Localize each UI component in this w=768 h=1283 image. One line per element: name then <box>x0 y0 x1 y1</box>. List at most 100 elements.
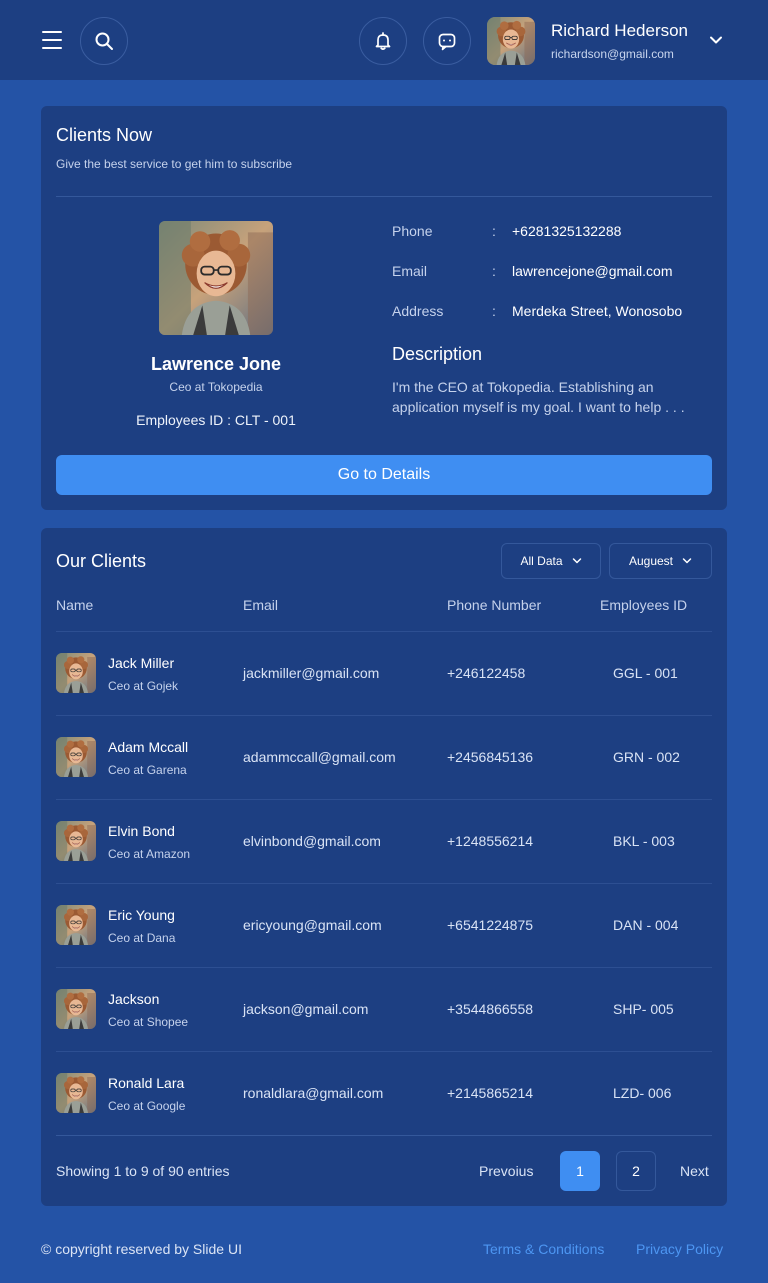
privacy-policy-link[interactable]: Privacy Policy <box>636 1241 723 1257</box>
column-header-employee-id: Employees ID <box>600 597 688 613</box>
our-clients-title: Our Clients <box>56 551 147 571</box>
email-label: Email <box>392 263 428 279</box>
client-phone: +2456845136 <box>447 749 534 765</box>
table-row[interactable]: Jack Miller Ceo at Gojek jackmiller@gmai… <box>41 631 727 715</box>
user-avatar[interactable] <box>487 17 535 65</box>
row-divider <box>56 631 712 632</box>
row-divider <box>56 1051 712 1052</box>
client-email: ronaldlara@gmail.com <box>243 1085 384 1101</box>
page-2-button[interactable]: 2 <box>616 1151 656 1191</box>
column-header-name: Name <box>56 597 94 613</box>
user-email: richardson@gmail.com <box>551 47 674 61</box>
client-role: Ceo at Shopee <box>108 1015 189 1029</box>
client-name: Ronald Lara <box>108 1075 185 1091</box>
client-role: Ceo at Gojek <box>108 679 179 693</box>
column-header-email: Email <box>243 597 279 613</box>
row-divider <box>56 799 712 800</box>
next-page-button[interactable]: Next <box>680 1163 709 1179</box>
table-row[interactable]: Elvin Bond Ceo at Amazon elvinbond@gmail… <box>41 799 727 883</box>
client-role: Ceo at Dana <box>108 931 176 945</box>
terms-link[interactable]: Terms & Conditions <box>483 1241 604 1257</box>
month-filter-dropdown[interactable]: Auguest <box>609 543 712 579</box>
client-photo <box>159 221 273 335</box>
address-label: Address <box>392 303 444 319</box>
client-avatar <box>56 1073 96 1113</box>
chevron-down-icon <box>682 558 692 564</box>
table-row[interactable]: Ronald Lara Ceo at Google ronaldlara@gma… <box>41 1051 727 1135</box>
bell-icon <box>375 32 391 50</box>
client-email: jackmiller@gmail.com <box>243 665 380 681</box>
client-phone: +6541224875 <box>447 917 534 933</box>
column-header-phone: Phone Number <box>447 597 542 613</box>
description-text: I'm the CEO at Tokopedia. Establishing a… <box>392 377 712 417</box>
client-role: Ceo at Garena <box>108 763 187 777</box>
client-employee-id: LZD- 006 <box>613 1085 672 1101</box>
table-row[interactable]: Adam Mccall Ceo at Garena adammccall@gma… <box>41 715 727 799</box>
table-row[interactable]: Eric Young Ceo at Dana ericyoung@gmail.c… <box>41 883 727 967</box>
client-name: Adam Mccall <box>108 739 189 755</box>
client-employee-id: GGL - 001 <box>613 665 678 681</box>
client-email: elvinbond@gmail.com <box>243 833 381 849</box>
client-avatar <box>56 989 96 1029</box>
description-title: Description <box>392 344 483 364</box>
table-bottom-divider <box>56 1135 712 1136</box>
client-email: adammccall@gmail.com <box>243 749 396 765</box>
row-divider <box>56 967 712 968</box>
client-role: Ceo at Tokopedia <box>169 380 263 394</box>
messages-button[interactable] <box>423 17 471 65</box>
chat-icon <box>438 33 456 51</box>
page-1-button[interactable]: 1 <box>560 1151 600 1191</box>
client-avatar <box>56 821 96 861</box>
client-name: Lawrence Jone <box>150 354 282 374</box>
user-name: Richard Hederson <box>551 21 689 40</box>
chevron-down-icon <box>710 36 722 44</box>
client-name: Eric Young <box>108 907 175 923</box>
row-divider <box>56 883 712 884</box>
client-phone: +2145865214 <box>447 1085 534 1101</box>
clients-now-card: Clients Now Give the best service to get… <box>41 106 727 510</box>
client-avatar <box>56 905 96 945</box>
description-line: application myself is my goal. I want to… <box>392 399 685 415</box>
copyright-text: © copyright reserved by Slide UI <box>41 1241 242 1257</box>
search-icon <box>95 32 113 50</box>
search-button[interactable] <box>80 17 128 65</box>
client-email: ericyoung@gmail.com <box>243 917 382 933</box>
client-name: Jackson <box>108 991 160 1007</box>
address-value: Merdeka Street, Wonosobo <box>512 303 683 319</box>
month-filter-label: Auguest <box>628 554 674 568</box>
address-colon: : <box>492 303 496 319</box>
clients-now-title: Clients Now <box>56 125 153 145</box>
client-role: Ceo at Google <box>108 1099 186 1113</box>
notifications-button[interactable] <box>359 17 407 65</box>
client-employee-id: BKL - 003 <box>613 833 675 849</box>
client-phone: +1248556214 <box>447 833 534 849</box>
chevron-down-icon <box>572 558 581 564</box>
client-employee-id: Employees ID : CLT - 001 <box>136 412 296 428</box>
phone-value: +6281325132288 <box>512 223 622 239</box>
client-name: Elvin Bond <box>108 823 175 839</box>
our-clients-card: Our Clients All Data Auguest Name Email … <box>41 528 727 1206</box>
client-employee-id: SHP- 005 <box>613 1001 674 1017</box>
user-menu-toggle[interactable] <box>707 33 725 47</box>
entries-info: Showing 1 to 9 of 90 entries <box>56 1163 230 1179</box>
client-name: Jack Miller <box>108 655 175 671</box>
email-value: lawrencejone@gmail.com <box>512 263 673 279</box>
data-filter-label: All Data <box>520 554 563 568</box>
client-avatar <box>56 653 96 693</box>
go-to-details-button[interactable]: Go to Details <box>56 455 712 495</box>
row-divider <box>56 715 712 716</box>
client-role: Ceo at Amazon <box>108 847 191 861</box>
client-employee-id: DAN - 004 <box>613 917 679 933</box>
divider <box>56 196 712 197</box>
client-phone: +246122458 <box>447 665 526 681</box>
phone-label: Phone <box>392 223 433 239</box>
table-row[interactable]: Jackson Ceo at Shopee jackson@gmail.com … <box>41 967 727 1051</box>
previous-page-button[interactable]: Prevoius <box>479 1163 533 1179</box>
client-phone: +3544866558 <box>447 1001 534 1017</box>
client-employee-id: GRN - 002 <box>613 749 680 765</box>
menu-icon[interactable] <box>42 31 62 49</box>
client-email: jackson@gmail.com <box>243 1001 369 1017</box>
clients-now-subtitle: Give the best service to get him to subs… <box>56 157 293 171</box>
email-colon: : <box>492 263 496 279</box>
data-filter-dropdown[interactable]: All Data <box>501 543 601 579</box>
